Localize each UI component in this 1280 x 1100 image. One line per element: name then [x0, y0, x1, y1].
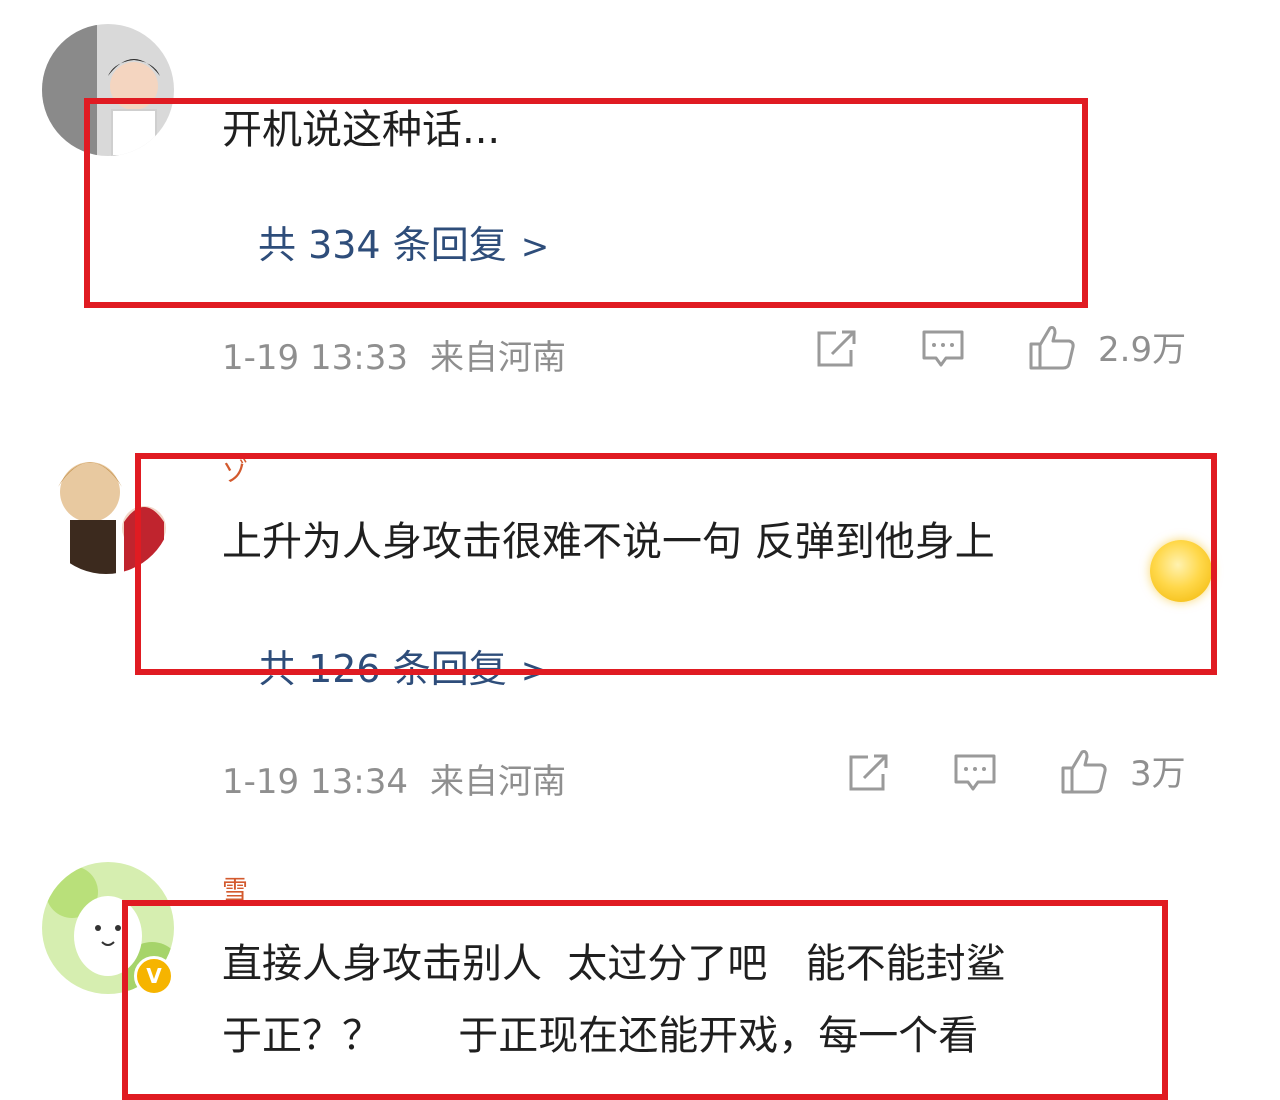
view-replies-link[interactable]: 共 126 条回复 > [258, 638, 549, 693]
thumbs-up-icon [1029, 325, 1075, 369]
chevron-right-icon: > [520, 227, 550, 267]
cartoon-avatar-icon [42, 24, 174, 156]
replies-count-label: 共 334 条回复 [258, 223, 507, 267]
comment-meta: 1-19 13:33 来自河南 [222, 330, 566, 379]
replies-count-label: 共 126 条回复 [258, 647, 507, 691]
comment-icon [954, 754, 996, 791]
user-avatar[interactable] [40, 442, 172, 574]
comment-meta: 1-19 13:34 来自河南 [222, 754, 566, 803]
share-icon [849, 754, 888, 791]
reply-button[interactable] [920, 328, 966, 370]
comment-time: 1-19 13:33 [222, 338, 408, 378]
comment-text-line-2: 于正？？ 于正现在还能开戏，每一个看 [222, 1013, 979, 1059]
comment-icon [922, 330, 964, 367]
like-button[interactable]: 2.9万 [1028, 322, 1186, 371]
chevron-right-icon: > [520, 651, 550, 691]
reply-button[interactable] [952, 752, 998, 794]
username[interactable]: 雪 [222, 870, 248, 907]
gold-medal-icon [1150, 540, 1212, 602]
comment-location: 来自河南 [429, 338, 566, 378]
comment-2: ゾ 上升为人身攻击很难不说一句 反弹到他身上 共 126 条回复 > 1-19 1… [0, 400, 1280, 840]
illustrated-avatar-icon [40, 442, 172, 574]
comment-3: V 雪 直接人身攻击别人 太过分了吧 能不能封鲨 于正？？ 于正现在还能开戏，每… [0, 840, 1280, 1100]
like-button[interactable]: 3万 [1060, 746, 1186, 795]
view-replies-link[interactable]: 共 334 条回复 > [258, 214, 549, 269]
comment-location: 来自河南 [429, 762, 566, 802]
like-count: 3万 [1130, 754, 1186, 794]
user-avatar[interactable] [42, 24, 174, 156]
comment-time: 1-19 13:34 [222, 762, 408, 802]
share-button[interactable] [846, 752, 892, 794]
comment-text-line-1: 直接人身攻击别人 太过分了吧 能不能封鲨 [222, 941, 1006, 987]
comment-text: 开机说这种话... [222, 107, 501, 153]
comment-1: 开机说这种话... 共 334 条回复 > 1-19 13:33 来自河南 2.9万 [0, 0, 1280, 400]
comment-text: 上升为人身攻击很难不说一句 反弹到他身上 [222, 519, 995, 565]
share-button[interactable] [814, 328, 860, 370]
thumbs-up-icon [1061, 749, 1107, 793]
like-count: 2.9万 [1098, 330, 1187, 370]
share-icon [817, 330, 856, 367]
verified-icon: V [134, 956, 174, 996]
username[interactable]: ゾ [222, 452, 248, 489]
